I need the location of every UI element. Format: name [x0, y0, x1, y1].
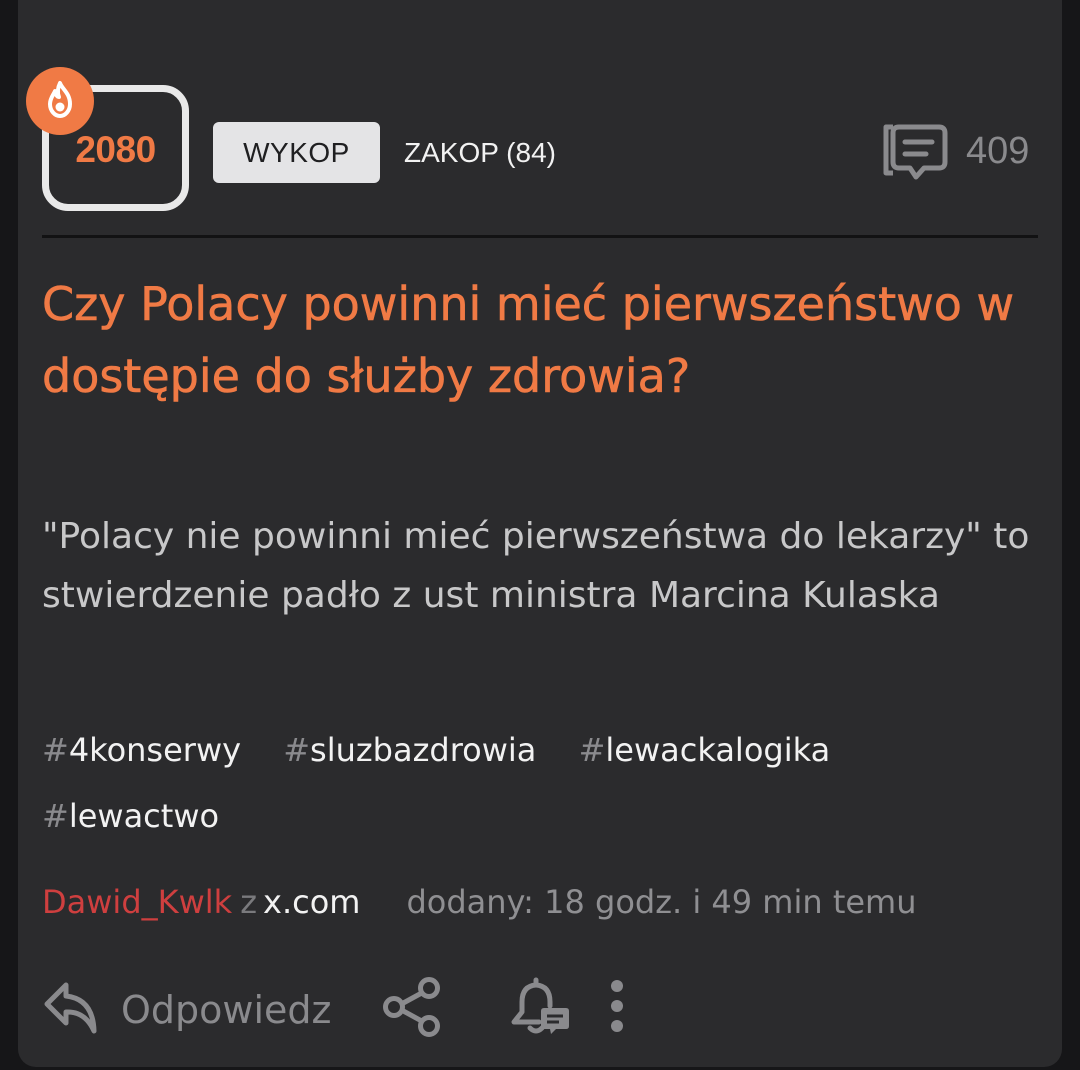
vote-count: 2080 [75, 129, 156, 170]
more-vertical-icon[interactable] [604, 980, 630, 1036]
comments-count[interactable]: 409 [966, 129, 1029, 173]
hot-badge [26, 67, 94, 135]
author-link[interactable]: Dawid_Kwlk [42, 883, 232, 921]
share-icon[interactable] [382, 976, 444, 1038]
added-time: dodany: 18 godz. i 49 min temu [406, 883, 917, 921]
tag-4konserwy[interactable]: #4konserwy [42, 717, 241, 783]
tag-hash: # [283, 731, 311, 769]
reply-button[interactable]: Odpowiedz [121, 986, 331, 1034]
entry-meta: Dawid_Kwlk z x.com dodany: 18 godz. i 49 mi… [42, 880, 917, 924]
reply-icon[interactable] [42, 978, 100, 1038]
zakop-button[interactable]: ZAKOP (84) [404, 134, 556, 172]
entry-description: "Polacy nie powinni mieć pierwszeństwa d… [42, 516, 1030, 616]
flame-icon [48, 81, 72, 118]
tag-name: 4konserwy [68, 731, 242, 769]
tag-hash: # [42, 797, 69, 835]
from-label: z [240, 883, 257, 921]
tag-name: lewackalogika [605, 731, 831, 769]
wykop-button[interactable]: WYKOP [213, 122, 380, 183]
tag-name: sluzbazdrowia [310, 731, 537, 769]
tag-hash: # [578, 731, 606, 769]
entry-title[interactable]: Czy Polacy powinni mieć pierwszeństwo w … [42, 268, 1032, 412]
tag-lewactwo[interactable]: #lewactwo [42, 783, 219, 849]
comments-icon[interactable] [881, 124, 951, 182]
tag-sluzbazdrowia[interactable]: #sluzbazdrowia [283, 717, 536, 783]
tag-list: #4konserwy #sluzbazdrowia #lewackalogika… [42, 717, 1032, 849]
tag-hash: # [42, 731, 69, 769]
source-link[interactable]: x.com [263, 883, 360, 921]
bell-icon[interactable] [506, 976, 572, 1038]
header-divider [42, 235, 1038, 238]
tag-lewackalogika[interactable]: #lewackalogika [579, 717, 831, 783]
tag-name: lewactwo [68, 797, 220, 835]
